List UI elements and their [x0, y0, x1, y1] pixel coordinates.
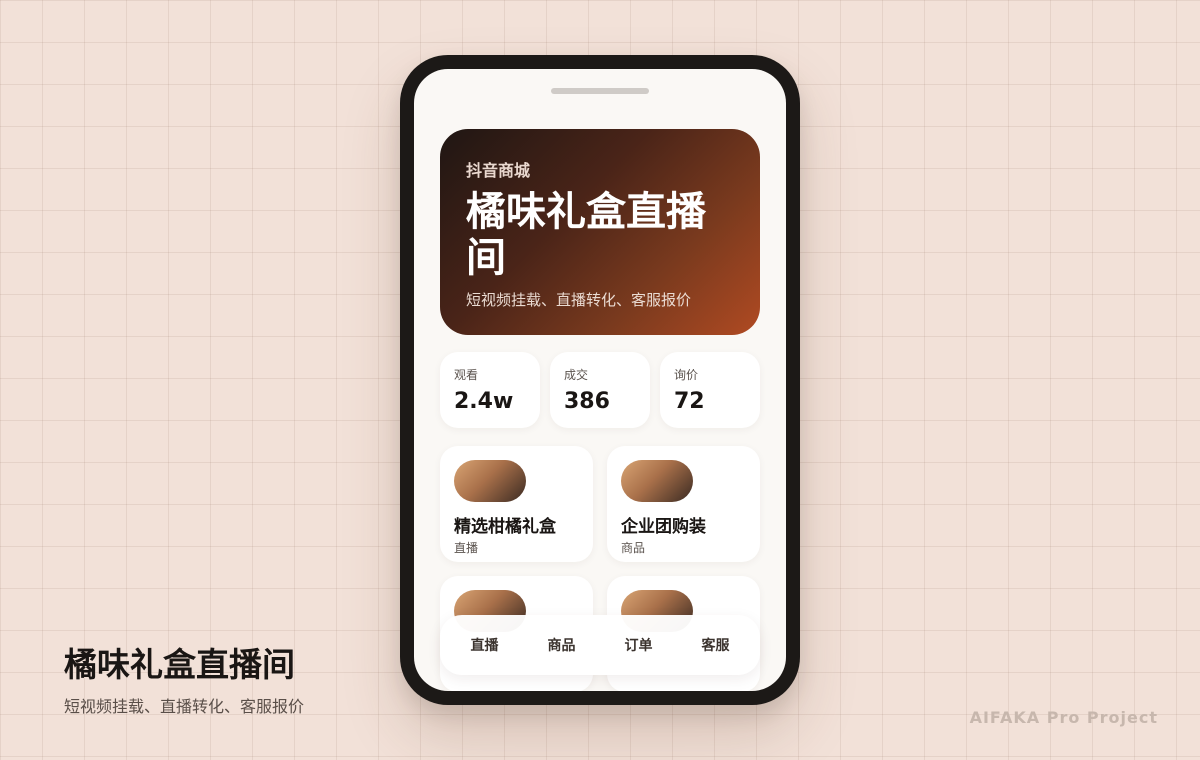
stat-value: 2.4w: [454, 389, 514, 414]
stat-card-deals[interactable]: 成交 386: [550, 352, 650, 428]
product-thumbnail: [621, 460, 693, 502]
stat-label: 观看: [454, 368, 479, 382]
product-card[interactable]: 精选柑橘礼盒 直播: [440, 446, 593, 562]
stat-card-inquiries[interactable]: 询价 72: [660, 352, 760, 428]
bottom-nav: 直播 商品 订单 客服: [440, 615, 760, 675]
hero-eyebrow: 抖音商城: [466, 161, 531, 180]
nav-item-support[interactable]: 客服: [692, 627, 740, 663]
product-title: 精选柑橘礼盒: [454, 517, 556, 537]
phone-screen: 抖音商城 橘味礼盒直播间 短视频挂载、直播转化、客服报价 观看 2.4w 成交 …: [414, 69, 786, 691]
product-card[interactable]: 企业团购装 商品: [607, 446, 760, 562]
brand-footer: AIFAKA Pro Project: [969, 708, 1158, 727]
stats-row: 观看 2.4w 成交 386 询价 72: [440, 352, 760, 428]
stat-value: 72: [674, 389, 705, 414]
product-title: 企业团购装: [621, 517, 706, 537]
product-tag: 商品: [621, 541, 646, 555]
nav-item-orders[interactable]: 订单: [615, 627, 663, 663]
product-tag: 直播: [454, 541, 479, 555]
stat-value: 386: [564, 389, 610, 414]
hero-subtitle: 短视频挂载、直播转化、客服报价: [466, 291, 692, 309]
page-subtitle: 短视频挂载、直播转化、客服报价: [64, 697, 305, 716]
hero-banner[interactable]: 抖音商城 橘味礼盒直播间 短视频挂载、直播转化、客服报价: [440, 129, 760, 335]
nav-item-live[interactable]: 直播: [461, 627, 509, 663]
product-thumbnail: [454, 460, 526, 502]
stat-label: 询价: [674, 368, 699, 382]
hero-title: 橘味礼盒直播间: [466, 189, 706, 281]
speaker-bar: [551, 88, 649, 94]
stat-card-views[interactable]: 观看 2.4w: [440, 352, 540, 428]
nav-item-products[interactable]: 商品: [538, 627, 586, 663]
phone-frame: 抖音商城 橘味礼盒直播间 短视频挂载、直播转化、客服报价 观看 2.4w 成交 …: [400, 55, 800, 705]
page-title: 橘味礼盒直播间: [64, 645, 295, 684]
stat-label: 成交: [564, 368, 589, 382]
